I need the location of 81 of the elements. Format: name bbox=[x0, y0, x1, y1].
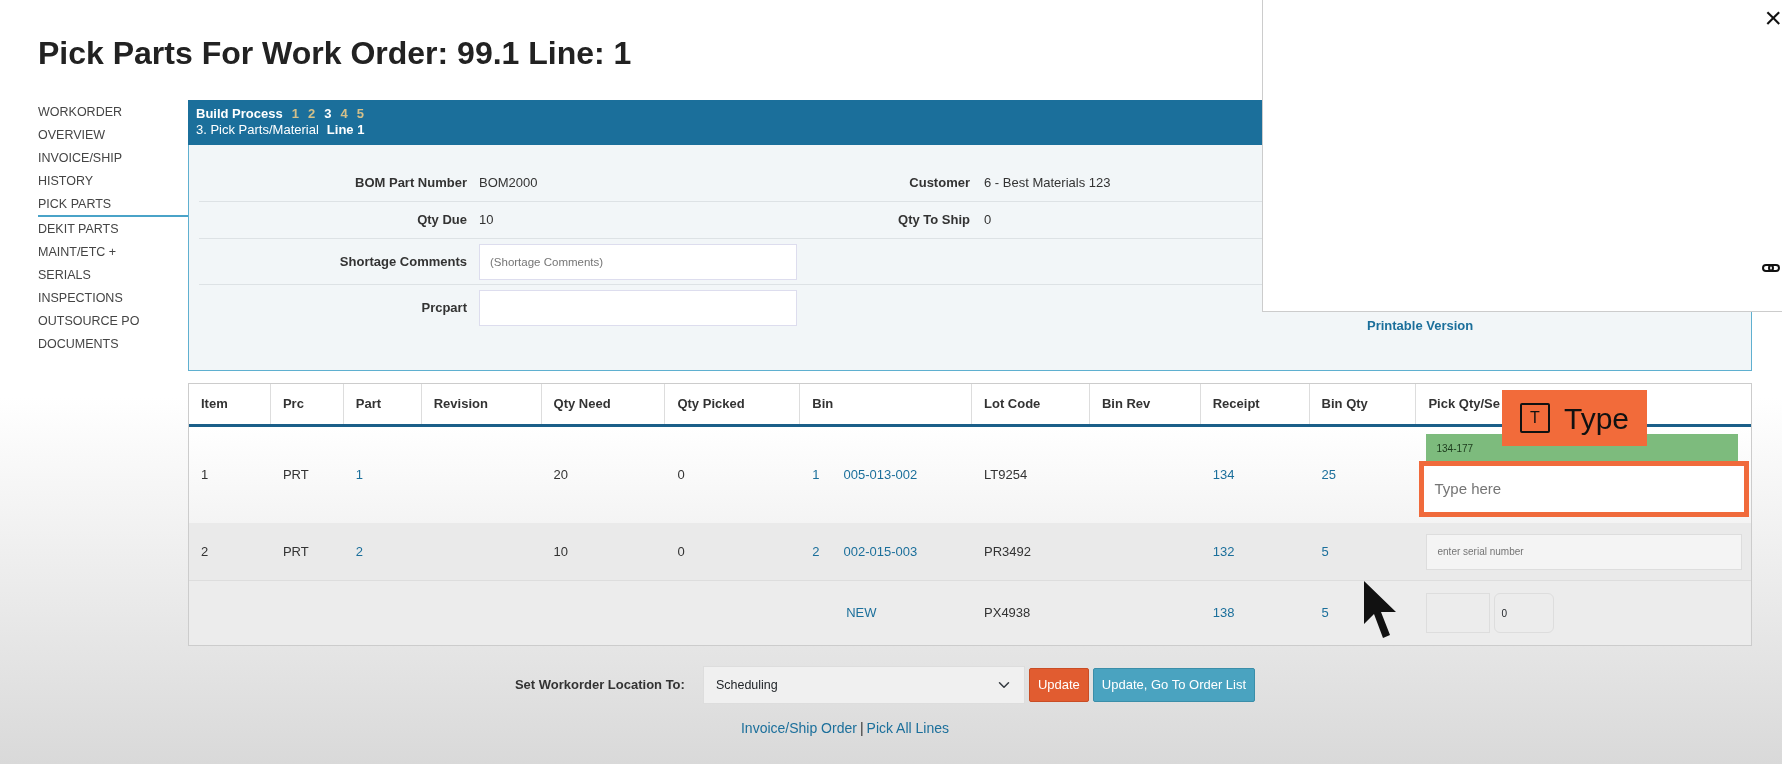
footer-link[interactable]: Invoice/Ship Order bbox=[740, 718, 857, 739]
sidebar-item[interactable]: INVOICE/SHIP bbox=[38, 146, 188, 169]
sidebar-item[interactable]: OUTSOURCE PO bbox=[38, 309, 188, 332]
column-header: Bin Qty bbox=[1321, 395, 1368, 414]
column-header: Revision bbox=[433, 395, 488, 414]
close-icon[interactable]: × bbox=[1764, 2, 1782, 34]
table-link[interactable]: 1 bbox=[812, 467, 820, 483]
step-link[interactable]: 3 bbox=[324, 106, 332, 121]
link-separator: | bbox=[859, 719, 864, 738]
column-header: Prc bbox=[282, 395, 304, 414]
step-name: 3. Pick Parts/Material bbox=[196, 122, 319, 137]
table-link[interactable]: 5 bbox=[1321, 543, 1329, 559]
field-label: Customer bbox=[908, 174, 971, 193]
table-link[interactable]: 005-013-002 bbox=[843, 467, 918, 483]
table-cell: PRT bbox=[282, 467, 309, 483]
field-label: Prcpart bbox=[420, 299, 468, 318]
update-button[interactable]: Update bbox=[1028, 668, 1089, 702]
field-label: Shortage Comments bbox=[338, 252, 468, 271]
table-link[interactable]: 002-015-003 bbox=[843, 543, 918, 559]
table-cell: PX4938 bbox=[984, 605, 1031, 621]
table-cell: LT9254 bbox=[984, 467, 1028, 483]
table-cell: PRT bbox=[282, 543, 309, 559]
column-header: Qty Need bbox=[553, 395, 611, 414]
column-header: Qty Picked bbox=[677, 395, 745, 414]
field-label: Qty Due bbox=[416, 211, 468, 230]
serial-number-field[interactable]: Type here bbox=[1419, 460, 1750, 517]
column-header: Bin Rev bbox=[1101, 395, 1151, 414]
field-value: BOM2000 bbox=[479, 174, 539, 193]
table-link[interactable]: 25 bbox=[1321, 467, 1337, 483]
table-cell: 20 bbox=[553, 467, 569, 483]
table-cell: PR3492 bbox=[984, 543, 1031, 559]
column-header: Bin bbox=[812, 395, 834, 414]
sidebar-item[interactable]: WORKORDER bbox=[38, 100, 188, 123]
mouse-cursor-icon bbox=[1363, 580, 1397, 640]
sidebar-item[interactable]: DOCUMENTS bbox=[38, 332, 188, 355]
step-link[interactable]: 5 bbox=[356, 106, 364, 121]
field-label: Qty To Ship bbox=[897, 211, 971, 230]
build-process-title: Build Process bbox=[196, 106, 283, 121]
table-link[interactable]: 5 bbox=[1321, 605, 1329, 621]
table-cell: 0 bbox=[677, 467, 685, 483]
step-link[interactable]: 2 bbox=[307, 106, 316, 121]
sidebar-item[interactable]: DEKIT PARTS bbox=[38, 217, 188, 240]
column-header: Part bbox=[355, 395, 382, 414]
field-value: 0 bbox=[984, 211, 992, 230]
table-link[interactable]: 132 bbox=[1212, 543, 1235, 559]
table-link[interactable]: 134 bbox=[1212, 467, 1235, 483]
field-label: BOM Part Number bbox=[354, 174, 468, 193]
table-cell: 2 bbox=[201, 543, 209, 559]
table-cell: 0 bbox=[677, 543, 685, 559]
column-header: Lot Code bbox=[984, 395, 1041, 414]
column-header: Pick Qty/Se bbox=[1428, 395, 1500, 414]
table-cell: 10 bbox=[553, 543, 569, 559]
shortage-comments-field[interactable]: (Shortage Comments) bbox=[479, 243, 797, 280]
column-header: Receipt bbox=[1212, 395, 1260, 414]
prcpart-field[interactable] bbox=[479, 290, 797, 326]
sidebar-item[interactable]: SERIALS bbox=[38, 263, 188, 286]
line-label: Line 1 bbox=[326, 122, 365, 137]
step-link[interactable]: 1 bbox=[291, 106, 299, 121]
quantity-select[interactable]: 0 bbox=[1494, 593, 1555, 633]
location-select[interactable]: Scheduling bbox=[702, 666, 1025, 704]
sidebar-item[interactable]: INSPECTIONS bbox=[38, 286, 188, 309]
table-link[interactable]: NEW bbox=[846, 605, 877, 621]
footer-link[interactable]: Pick All Lines bbox=[866, 718, 950, 739]
link-icon[interactable] bbox=[1762, 262, 1780, 274]
update-go-button[interactable]: Update, Go To Order List bbox=[1092, 668, 1256, 702]
table-link[interactable]: 2 bbox=[355, 543, 364, 559]
printable-version-link[interactable]: Printable Version bbox=[1367, 315, 1474, 335]
table-link[interactable]: 1 bbox=[355, 467, 364, 483]
sidebar-item[interactable]: OVERVIEW bbox=[38, 123, 188, 146]
location-label: Set Workorder Location To: bbox=[514, 676, 685, 695]
sidebar-item[interactable]: HISTORY bbox=[38, 169, 188, 192]
field-value: 10 bbox=[479, 211, 495, 230]
page-title: Pick Parts For Work Order: 99.1 Line: 1 bbox=[38, 34, 632, 73]
table-link[interactable]: 138 bbox=[1212, 605, 1235, 621]
step-link[interactable]: 4 bbox=[340, 106, 348, 121]
field-value: 6 - Best Materials 123 bbox=[984, 174, 1111, 193]
table-cell: 1 bbox=[201, 467, 209, 483]
sidebar-item[interactable]: MAINT/ETC + bbox=[38, 240, 188, 263]
column-header: Item bbox=[201, 395, 228, 414]
table-link[interactable]: 2 bbox=[812, 543, 820, 559]
text-tool-icon: T bbox=[1520, 403, 1550, 433]
